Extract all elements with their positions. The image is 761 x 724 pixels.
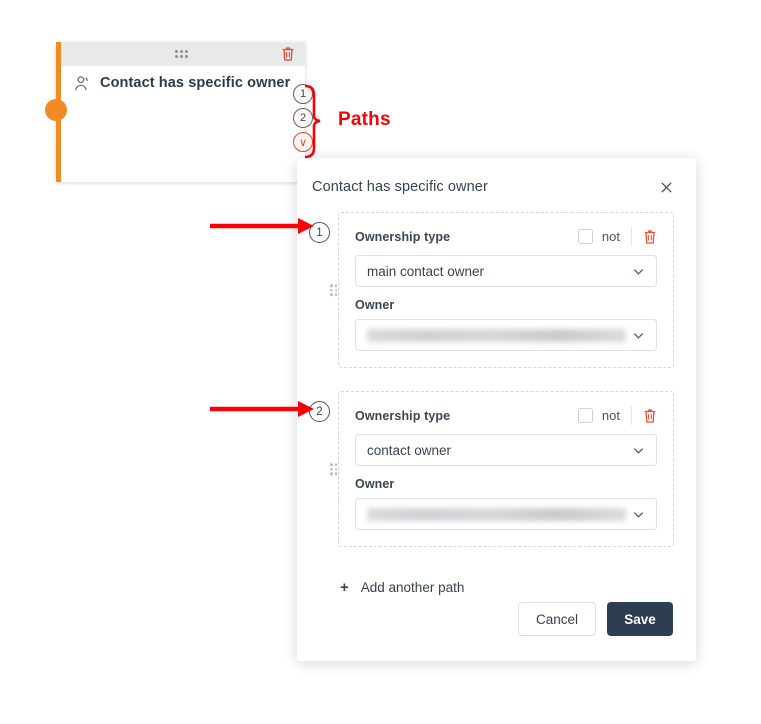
ownership-type-select-2[interactable]: contact owner — [355, 434, 657, 466]
path-drag-handle-1[interactable] — [330, 284, 337, 296]
row-divider-1 — [631, 227, 632, 246]
drag-dots-icon[interactable] — [175, 50, 188, 58]
save-button[interactable]: Save — [607, 602, 673, 636]
owner-value-1 — [367, 328, 626, 342]
chevron-down-icon — [632, 265, 645, 278]
trash-icon-path-1[interactable] — [643, 229, 657, 245]
paths-annotation-label: Paths — [338, 109, 391, 130]
panel-footer: Cancel Save — [297, 589, 696, 661]
ownership-type-label-1: Ownership type — [355, 229, 451, 244]
row-divider-2 — [631, 406, 632, 425]
owner-select-1[interactable] — [355, 319, 657, 351]
chevron-down-icon — [632, 508, 645, 521]
ownership-type-select-1[interactable]: main contact owner — [355, 255, 657, 287]
owner-select-2[interactable] — [355, 498, 657, 530]
card-path-badge-1[interactable]: 1 — [293, 84, 313, 104]
ownership-type-value-1: main contact owner — [367, 263, 485, 279]
ownership-type-label-2: Ownership type — [355, 408, 451, 423]
contact-icon — [74, 75, 91, 92]
card-path-badge-2[interactable]: 2 — [293, 108, 313, 128]
owner-value-2 — [367, 507, 626, 521]
not-label-1: not — [601, 229, 620, 244]
chevron-down-icon — [632, 329, 645, 342]
owner-field-1: Owner — [355, 298, 657, 351]
card-input-connector[interactable] — [45, 99, 67, 121]
cancel-button[interactable]: Cancel — [518, 602, 596, 636]
path-block-wrapper-1: 1 Ownership type not main contact owner … — [309, 212, 674, 368]
owner-field-2: Owner — [355, 477, 657, 530]
card-path-badge-fallback[interactable]: ∨ — [293, 132, 313, 152]
panel-title: Contact has specific owner — [312, 179, 488, 195]
trash-icon-path-2[interactable] — [643, 408, 657, 424]
panel-body: 1 Ownership type not main contact owner … — [297, 194, 696, 595]
ownership-type-value-2: contact owner — [367, 442, 452, 458]
not-checkbox-2[interactable] — [577, 408, 593, 423]
condition-editor-panel: Contact has specific owner 1 Ownership t… — [297, 158, 696, 661]
workflow-node-card[interactable]: Contact has specific owner — [45, 42, 305, 182]
close-icon[interactable] — [659, 180, 674, 195]
path-block-1: Ownership type not main contact owner Ow… — [330, 212, 674, 368]
chevron-down-icon — [632, 444, 645, 457]
path-block-2: Ownership type not contact owner Owner — [330, 391, 674, 547]
trash-icon[interactable] — [281, 46, 295, 62]
panel-header: Contact has specific owner — [297, 158, 696, 195]
owner-label-2: Owner — [355, 477, 395, 491]
path-index-badge-1: 1 — [309, 222, 330, 243]
path-index-badge-2: 2 — [309, 401, 330, 422]
ownership-type-label-row-1: Ownership type not — [355, 227, 657, 246]
card-title: Contact has specific owner — [100, 75, 291, 91]
owner-label-1: Owner — [355, 298, 395, 312]
path-drag-handle-2[interactable] — [330, 463, 337, 475]
path-block-wrapper-2: 2 Ownership type not contact owner Owner — [309, 391, 674, 547]
not-checkbox-1[interactable] — [577, 229, 593, 244]
card-header — [61, 42, 305, 66]
card-title-row: Contact has specific owner — [61, 66, 305, 100]
card-path-badges: 1 2 ∨ — [289, 84, 317, 152]
ownership-type-label-row-2: Ownership type not — [355, 406, 657, 425]
not-label-2: not — [601, 408, 620, 423]
